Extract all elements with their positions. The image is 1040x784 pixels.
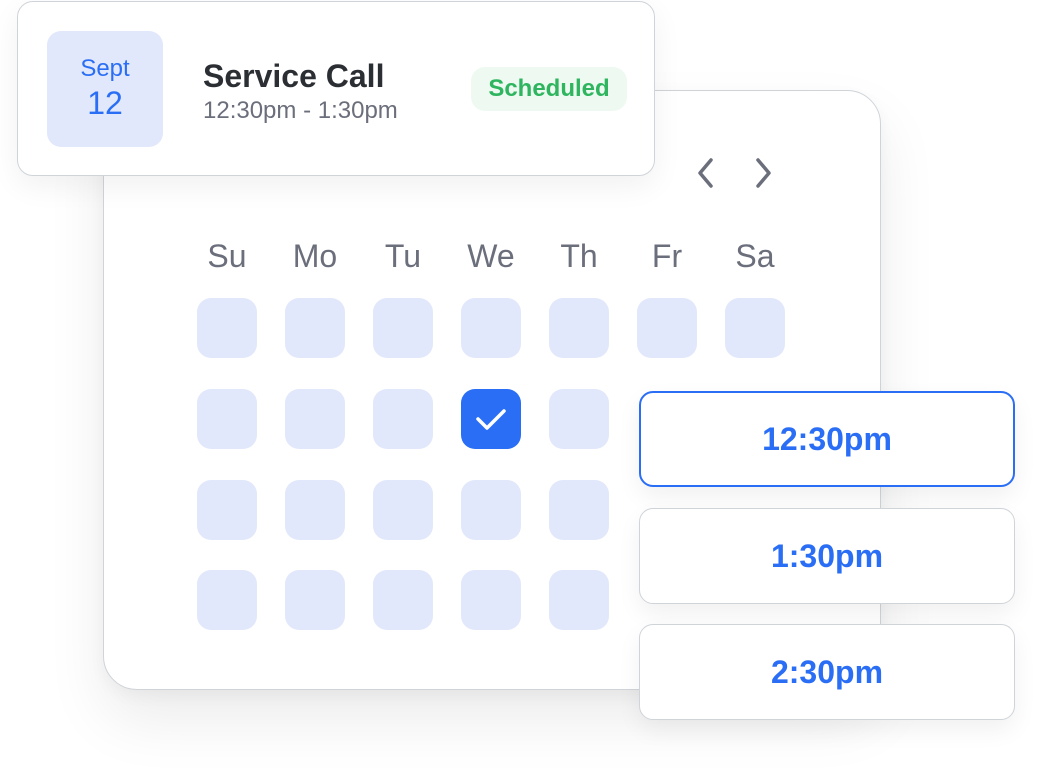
weekday-mo: Mo	[292, 238, 338, 274]
weekday-we: We	[467, 238, 515, 274]
chevron-left-icon	[698, 158, 713, 188]
calendar-day[interactable]	[725, 298, 785, 358]
calendar-day[interactable]	[373, 480, 433, 540]
calendar-day[interactable]	[461, 480, 521, 540]
event-month: Sept	[80, 55, 130, 82]
calendar-day[interactable]	[549, 298, 609, 358]
status-badge: Scheduled	[471, 67, 627, 111]
calendar-day[interactable]	[373, 298, 433, 358]
time-slot-label: 12:30pm	[762, 420, 892, 457]
calendar-day[interactable]	[197, 298, 257, 358]
calendar-day[interactable]	[549, 389, 609, 449]
event-title: Service Call	[203, 58, 385, 94]
time-slot-2-30[interactable]: 2:30pm	[639, 624, 1015, 720]
weekday-th: Th	[560, 238, 598, 274]
calendar-day[interactable]	[549, 480, 609, 540]
calendar-day[interactable]	[373, 570, 433, 630]
weekday-tu: Tu	[384, 238, 422, 274]
time-slot-1-30[interactable]: 1:30pm	[639, 508, 1015, 604]
calendar-day[interactable]	[549, 570, 609, 630]
calendar-day[interactable]	[285, 570, 345, 630]
weekday-su: Su	[207, 238, 247, 274]
prev-month-button[interactable]	[688, 155, 724, 191]
event-card: Sept 12 Service Call 12:30pm - 1:30pm Sc…	[17, 1, 655, 176]
time-slot-12-30[interactable]: 12:30pm	[639, 391, 1015, 487]
event-time-range: 12:30pm - 1:30pm	[203, 97, 398, 124]
calendar-day[interactable]	[461, 570, 521, 630]
calendar-day[interactable]	[197, 570, 257, 630]
calendar-day[interactable]	[373, 389, 433, 449]
calendar-day[interactable]	[197, 389, 257, 449]
time-slot-label: 2:30pm	[770, 653, 884, 690]
calendar-day[interactable]	[285, 389, 345, 449]
calendar-day-selected[interactable]	[461, 389, 521, 449]
weekday-sa: Sa	[735, 238, 775, 274]
calendar-day[interactable]	[461, 298, 521, 358]
event-date-tile: Sept 12	[47, 31, 163, 147]
calendar-day[interactable]	[637, 298, 697, 358]
time-slot-label: 1:30pm	[770, 537, 884, 574]
event-day: 12	[87, 85, 123, 121]
weekday-fr: Fr	[651, 238, 683, 274]
calendar-day[interactable]	[197, 480, 257, 540]
chevron-right-icon	[756, 158, 771, 188]
checkmark-icon	[476, 409, 506, 430]
calendar-day[interactable]	[285, 480, 345, 540]
next-month-button[interactable]	[745, 155, 781, 191]
calendar-day[interactable]	[285, 298, 345, 358]
